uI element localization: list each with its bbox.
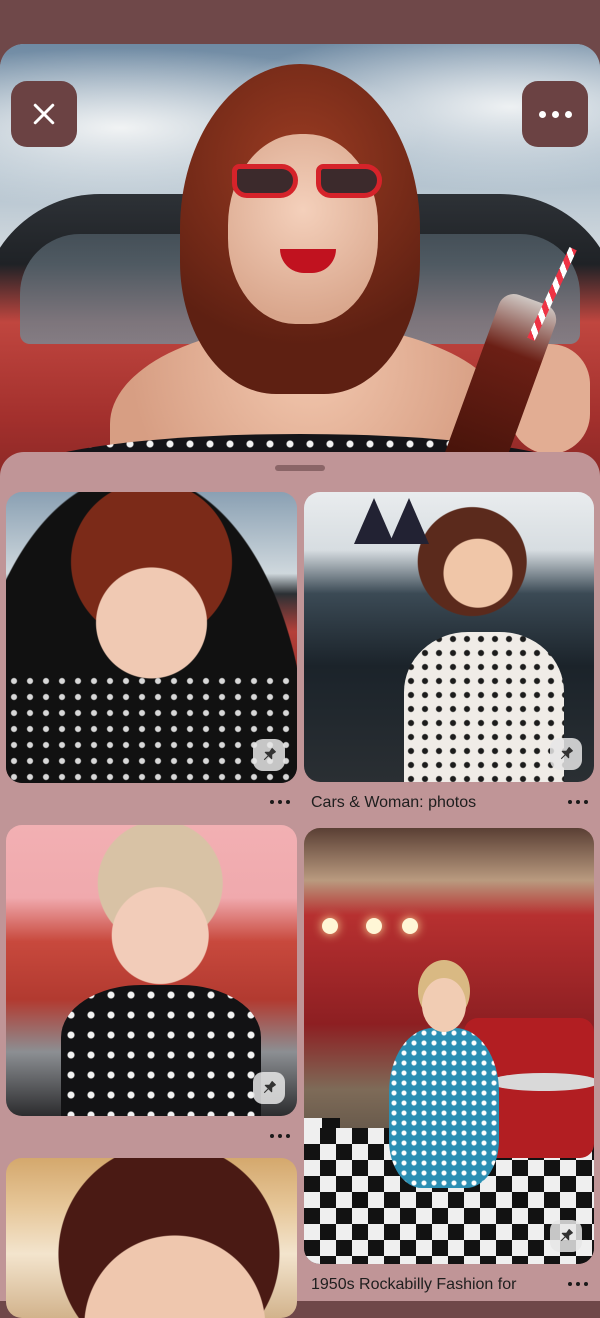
more-horizontal-icon [538, 110, 572, 118]
more-options-button[interactable] [522, 81, 588, 147]
ceiling-lamp [322, 918, 338, 934]
hero-image[interactable] [0, 44, 600, 474]
face [228, 134, 378, 324]
pin-icon [560, 1229, 573, 1242]
pin-more-button[interactable] [566, 1279, 590, 1289]
head [422, 978, 466, 1032]
tree [389, 498, 429, 544]
close-button[interactable] [11, 81, 77, 147]
tree [354, 498, 394, 544]
woman-figure [20, 64, 580, 474]
polka-dot-dress [6, 673, 297, 783]
close-icon [33, 103, 55, 125]
ceiling-lamp [366, 918, 382, 934]
pin-image [6, 1158, 297, 1318]
blue-polka-dot-dress [389, 1028, 499, 1188]
pin-badge[interactable] [550, 1220, 582, 1252]
polka-dot-dress [61, 985, 261, 1116]
ceiling-lamp [402, 918, 418, 934]
pin-icon [263, 1081, 276, 1094]
pin-badge[interactable] [253, 1072, 285, 1104]
pin-more-button[interactable] [566, 797, 590, 807]
pin-card[interactable] [6, 492, 297, 783]
pin-card[interactable] [6, 1158, 297, 1318]
pin-caption[interactable]: 1950s Rockabilly Fashion for [311, 1276, 516, 1294]
pin-caption[interactable]: Cars & Woman: photos [311, 794, 476, 812]
pin-icon [263, 748, 276, 761]
pin-more-button[interactable] [268, 1131, 292, 1141]
pin-badge[interactable] [253, 739, 285, 771]
pin-card[interactable] [6, 825, 297, 1116]
sheet-drag-handle[interactable] [275, 465, 325, 471]
pin-card[interactable] [304, 828, 594, 1264]
pin-icon [560, 747, 573, 760]
polka-dot-dress [404, 632, 564, 782]
pin-more-button[interactable] [268, 797, 292, 807]
pin-badge[interactable] [550, 738, 582, 770]
pin-card[interactable] [304, 492, 594, 782]
cat-eye-sunglasses [232, 164, 382, 200]
diner-table [489, 1073, 594, 1091]
